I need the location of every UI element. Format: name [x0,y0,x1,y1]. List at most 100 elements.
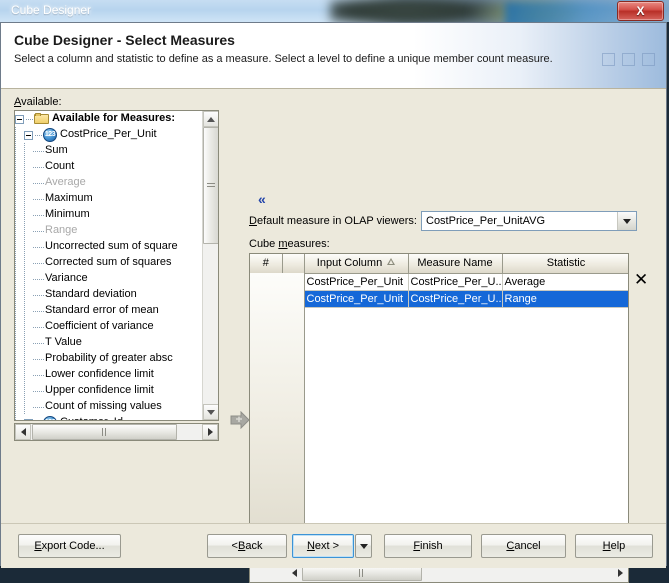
delete-measure-button[interactable]: ✕ [634,271,648,288]
tree-collapse-icon[interactable] [15,114,24,124]
tree-item[interactable]: Count of missing values [15,399,201,415]
tree-guide-line [15,399,16,415]
tree-connector [33,358,44,360]
tree-item[interactable]: Upper confidence limit [15,383,201,399]
table-row[interactable]: 1123CostPrice_Per_UnitCostPrice_Per_U...… [250,273,628,291]
tree-guide-line [24,255,25,271]
back-label: ack [245,540,263,552]
window-title-bar: Cube Designer X [0,0,669,22]
tree-connector [33,326,44,328]
banner-placeholder-icon-3 [642,53,655,66]
export-code-label: xport Code... [41,540,105,552]
tree-item[interactable]: Coefficient of variance [15,319,201,335]
next-button[interactable]: Next > [292,534,354,558]
tree-guide-line [24,383,25,399]
tree-item[interactable]: 123Customer_Id [15,415,201,420]
tree-collapse-icon[interactable] [24,130,33,140]
folder-icon [34,113,49,125]
tree-hscroll-thumb[interactable] [32,424,177,440]
default-measure-value: CostPrice_Per_UnitAVG [426,215,546,227]
tree-guide-line [24,319,25,335]
tree-connector [33,262,44,264]
tree-guide-line [24,223,25,239]
tree-guide-line [15,239,16,255]
tree-item[interactable]: Maximum [15,191,201,207]
column-header-icon[interactable] [282,254,305,274]
add-measure-arrow-button[interactable] [230,410,250,430]
finish-button[interactable]: Finish [384,534,472,558]
dialog-body: Available: Available for Measures: 123 Cos… [1,89,666,583]
cube-designer-dialog: Cube Designer - Select Measures Select a… [0,22,667,583]
tree-item-label: Lower confidence limit [45,368,154,380]
next-dropdown-button[interactable] [355,534,372,558]
cell-measure-name[interactable]: CostPrice_Per_U... [408,290,503,308]
close-button[interactable]: X [617,1,664,21]
tree-item[interactable]: Count [15,159,201,175]
back-button[interactable]: < Back [207,534,287,558]
column-header-input-column-label: Input Column [316,257,383,270]
default-measure-dropdown[interactable]: CostPrice_Per_UnitAVG [421,211,637,231]
cube-measures-label-accel: m [278,238,288,250]
scroll-up-arrow-icon[interactable] [203,111,218,127]
tree-guide-line [15,367,16,383]
tree-vscroll-thumb[interactable] [203,127,218,244]
column-header-number[interactable]: # [250,254,283,274]
tree-guide-line [15,415,16,420]
table-row[interactable]: 2123CostPrice_Per_UnitCostPrice_Per_U...… [250,290,628,308]
tree-item[interactable]: Standard deviation [15,287,201,303]
cell-measure-name[interactable]: CostPrice_Per_U... [408,273,503,291]
tree-item[interactable]: T Value [15,335,201,351]
export-code-button[interactable]: Export Code... [18,534,121,558]
cell-statistic[interactable]: Average [502,273,628,291]
tree-item-label: Customer_Id [60,414,123,420]
tree-item[interactable]: Corrected sum of squares [15,255,201,271]
tree-guide-line [15,175,16,191]
cancel-button[interactable]: Cancel [481,534,566,558]
tree-item-label: Range [45,224,78,236]
column-header-statistic[interactable]: Statistic [502,254,628,274]
tree-item[interactable]: Range [15,223,201,239]
finish-label: inish [420,540,443,552]
sort-ascending-icon [387,258,396,266]
tree-item[interactable]: Probability of greater absc [15,351,201,367]
tree-connector [33,182,44,184]
tree-guide-line [15,223,16,239]
scroll-left-arrow-icon[interactable] [15,424,31,440]
tree-item[interactable]: Uncorrected sum of square [15,239,201,255]
cell-statistic[interactable]: Range [502,290,628,308]
scroll-right-arrow-icon[interactable] [202,424,218,440]
banner-placeholder-icon-1 [602,53,615,66]
tree-expand-icon[interactable] [24,418,33,420]
tree-item[interactable]: Lower confidence limit [15,367,201,383]
tree-connector [33,406,44,408]
column-header-input-column[interactable]: Input Column [304,254,409,274]
tree-connector [26,118,33,120]
tree-guide-line [24,335,25,351]
tree-vertical-scrollbar[interactable] [202,111,218,420]
tree-item[interactable]: Variance [15,271,201,287]
tree-item[interactable]: 123 CostPrice_Per_Unit [15,127,201,143]
next-label: ext > [314,540,340,552]
tree-connector [33,166,44,168]
tree-item[interactable]: Available for Measures: [15,111,201,127]
tree-horizontal-scrollbar[interactable] [14,423,219,441]
chevron-down-icon[interactable] [617,212,636,230]
tree-connector [33,150,44,152]
back-accel: B [237,540,246,552]
collapse-chevron-icon[interactable]: « [258,192,266,206]
cell-input-column[interactable]: CostPrice_Per_Unit [304,273,409,291]
default-measure-label-rest: efault measure in OLAP viewers: [256,215,417,227]
available-measures-tree[interactable]: Available for Measures: 123 CostPrice_Per_… [14,110,219,421]
tree-item[interactable]: Standard error of mean [15,303,201,319]
help-button[interactable]: Help [575,534,653,558]
tree-item[interactable]: Average [15,175,201,191]
tree-item[interactable]: Sum [15,143,201,159]
tree-item-label: Sum [45,144,68,156]
tree-guide-line [15,255,16,271]
tree-connector [33,294,44,296]
scroll-down-arrow-icon[interactable] [203,404,218,420]
tree-guide-line [15,335,16,351]
tree-item[interactable]: Minimum [15,207,201,223]
cell-input-column[interactable]: CostPrice_Per_Unit [304,290,409,308]
column-header-measure-name[interactable]: Measure Name [408,254,503,274]
